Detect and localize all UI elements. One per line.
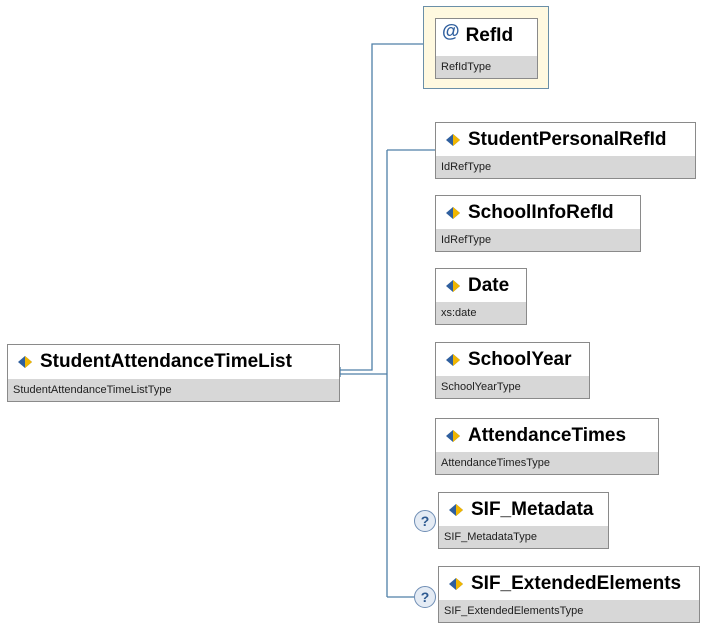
element-icon: [446, 206, 460, 219]
element-icon: [446, 353, 460, 366]
element-box[interactable]: SIF_ExtendedElements SIF_ExtendedElement…: [438, 566, 700, 623]
optional-question-icon: ?: [414, 510, 436, 532]
element-box[interactable]: Date xs:date: [435, 268, 527, 325]
element-label: SchoolYear: [468, 348, 572, 370]
element-label: Date: [468, 274, 510, 296]
element-icon: [446, 133, 460, 146]
element-icon: [446, 279, 460, 292]
element-type: IdRefType: [436, 229, 640, 251]
element-box[interactable]: SchoolYear SchoolYearType: [435, 342, 590, 399]
optional-question-icon: ?: [414, 586, 436, 608]
element-name-row: SchoolInfoRefId: [436, 196, 640, 229]
element-box[interactable]: SIF_Metadata SIF_MetadataType: [438, 492, 609, 549]
element-type: SIF_ExtendedElementsType: [439, 600, 699, 622]
attribute-label: RefId: [465, 24, 514, 46]
element-type: SchoolYearType: [436, 376, 589, 398]
schema-diagram: StudentAttendanceTimeList StudentAttenda…: [0, 0, 704, 623]
element-type: SIF_MetadataType: [439, 526, 608, 548]
element-label: SIF_ExtendedElements: [471, 572, 682, 594]
element-name-row: AttendanceTimes: [436, 419, 658, 452]
attribute-group: @ RefId RefIdType: [423, 6, 549, 89]
element-type: xs:date: [436, 302, 526, 324]
element-name-row: SIF_ExtendedElements: [439, 567, 699, 600]
element-icon: [18, 355, 32, 368]
root-element-label: StudentAttendanceTimeList: [40, 350, 292, 372]
element-box[interactable]: StudentPersonalRefId IdRefType: [435, 122, 696, 179]
element-type: AttendanceTimesType: [436, 452, 658, 474]
element-icon: [446, 429, 460, 442]
connector-root-attribute: [340, 43, 423, 371]
element-box[interactable]: AttendanceTimes AttendanceTimesType: [435, 418, 659, 475]
element-icon: [449, 577, 463, 590]
attribute-at-icon: @: [442, 21, 460, 41]
root-element-box[interactable]: StudentAttendanceTimeList StudentAttenda…: [7, 344, 340, 402]
element-name-row: SIF_Metadata: [439, 493, 608, 526]
element-name-row: SchoolYear: [436, 343, 589, 376]
element-type: IdRefType: [436, 156, 695, 178]
element-name-row: StudentPersonalRefId: [436, 123, 695, 156]
element-name-row: Date: [436, 269, 526, 302]
element-label: AttendanceTimes: [468, 424, 627, 446]
element-label: StudentPersonalRefId: [468, 128, 667, 150]
attribute-name-row: @ RefId: [436, 19, 537, 52]
element-label: SIF_Metadata: [471, 498, 594, 520]
element-icon: [449, 503, 463, 516]
attribute-box[interactable]: @ RefId RefIdType: [435, 18, 538, 79]
root-element-type: StudentAttendanceTimeListType: [8, 379, 339, 401]
element-box[interactable]: SchoolInfoRefId IdRefType: [435, 195, 641, 252]
attribute-type: RefIdType: [436, 56, 537, 78]
root-element-name-row: StudentAttendanceTimeList: [8, 345, 339, 378]
element-label: SchoolInfoRefId: [468, 201, 614, 223]
